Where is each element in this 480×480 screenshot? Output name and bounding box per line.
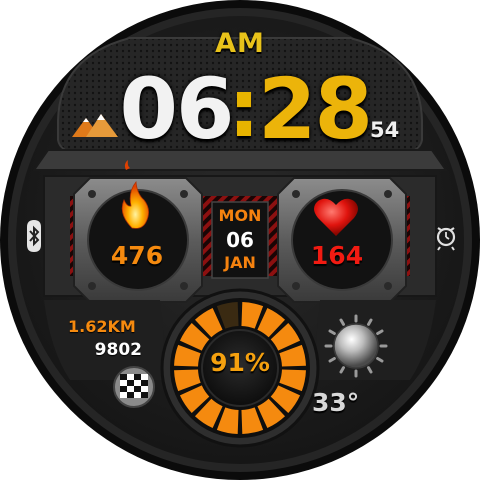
battery-percent: 91% <box>210 348 270 377</box>
date-month: JAN <box>224 253 256 272</box>
date-day: 06 <box>226 228 254 252</box>
seconds-digits: 54 <box>370 118 400 142</box>
minute-digits: 28 <box>258 60 373 158</box>
date-day-of-week: MON <box>218 206 262 225</box>
time-separator: : <box>228 62 260 155</box>
temperature-value: 33° <box>312 388 360 417</box>
distance-value: 1.62KM <box>68 317 136 336</box>
am-pm-indicator: AM <box>215 28 265 59</box>
calories-value: 476 <box>110 241 164 270</box>
heart-rate-pod <box>277 177 407 303</box>
bluetooth-icon[interactable] <box>27 220 41 252</box>
heart-rate-value: 164 <box>310 241 364 270</box>
steps-value: 9802 <box>94 340 142 360</box>
checkered-flag-icon <box>113 366 155 408</box>
hour-digits: 06 <box>119 60 235 158</box>
